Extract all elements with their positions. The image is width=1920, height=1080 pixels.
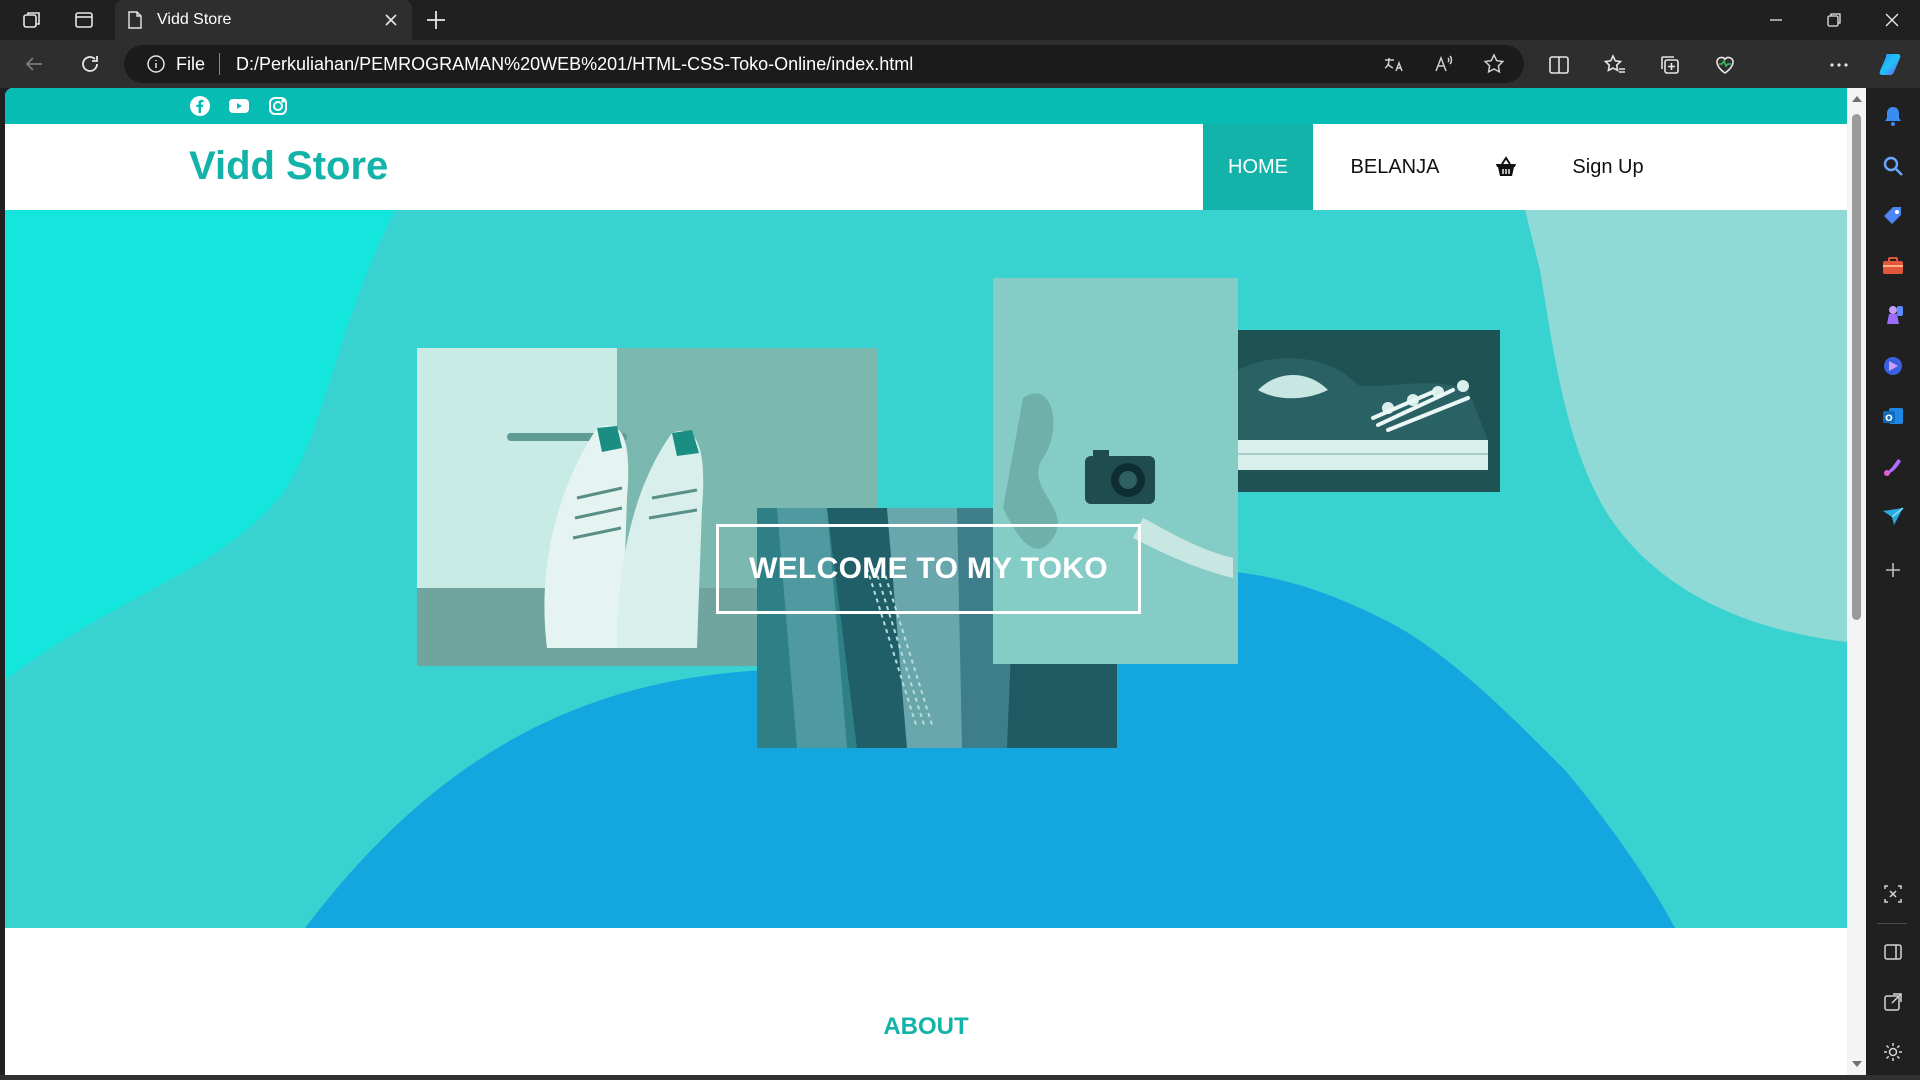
add-sidebar-app-icon[interactable] <box>1879 556 1907 584</box>
facebook-icon[interactable] <box>189 95 211 117</box>
split-screen-icon[interactable] <box>1546 52 1572 78</box>
scroll-up-arrow-icon[interactable] <box>1852 96 1862 102</box>
tab-actions-icon[interactable] <box>72 8 96 32</box>
hide-sidebar-icon[interactable] <box>1879 938 1907 966</box>
welcome-banner: WELCOME TO MY TOKO <box>716 524 1141 614</box>
page-scrollbar[interactable] <box>1847 88 1866 1075</box>
close-window-icon[interactable] <box>1880 8 1904 32</box>
page-viewport: Vidd Store HOME BELANJA Sign Up WELCOME … <box>5 88 1847 1075</box>
settings-gear-icon[interactable] <box>1879 1038 1907 1066</box>
shopping-tag-icon[interactable] <box>1879 202 1907 230</box>
url-separator <box>219 53 221 75</box>
close-tab-icon[interactable] <box>382 11 400 29</box>
about-heading: ABOUT <box>883 1013 969 1040</box>
back-icon[interactable] <box>22 52 46 76</box>
favorites-icon[interactable] <box>1602 52 1628 78</box>
youtube-icon[interactable] <box>228 95 250 117</box>
page-icon <box>128 11 142 29</box>
translate-icon[interactable] <box>1382 52 1406 76</box>
address-bar-row: File D:/Perkuliahan/PEMROGRAMAN%20WEB%20… <box>0 40 1920 120</box>
nav-sign-up[interactable]: Sign Up <box>1553 124 1663 210</box>
collections-icon[interactable] <box>1657 52 1683 78</box>
converse-sneaker-photo <box>1238 330 1500 492</box>
refresh-icon[interactable] <box>78 52 102 76</box>
send-drop-icon[interactable] <box>1879 502 1907 530</box>
copilot-app-icon[interactable] <box>1879 352 1907 380</box>
read-aloud-icon[interactable] <box>1432 52 1456 76</box>
scrollbar-thumb[interactable] <box>1852 114 1861 620</box>
screenshot-icon[interactable] <box>1879 880 1907 908</box>
cart-basket-icon[interactable] <box>1483 124 1529 210</box>
favorite-star-icon[interactable] <box>1482 52 1506 76</box>
new-tab-icon[interactable] <box>424 8 448 32</box>
site-header: Vidd Store HOME BELANJA Sign Up <box>5 124 1847 210</box>
instagram-icon[interactable] <box>267 95 289 117</box>
nav-home[interactable]: HOME <box>1203 124 1313 210</box>
site-logo[interactable]: Vidd Store <box>189 144 388 189</box>
nav-belanja[interactable]: BELANJA <box>1335 124 1455 210</box>
url-scheme-label: File <box>176 53 206 74</box>
restore-icon[interactable] <box>1822 8 1846 32</box>
svg-text:O: O <box>1885 414 1893 424</box>
search-icon[interactable] <box>1879 152 1907 180</box>
open-external-icon[interactable] <box>1879 988 1907 1016</box>
browser-tab-active[interactable]: Vidd Store <box>115 0 412 40</box>
info-icon[interactable] <box>146 54 166 74</box>
tools-briefcase-icon[interactable] <box>1879 252 1907 280</box>
hero-section: WELCOME TO MY TOKO <box>5 210 1847 928</box>
outlook-icon[interactable]: O <box>1879 402 1907 430</box>
url-field[interactable]: File D:/Perkuliahan/PEMROGRAMAN%20WEB%20… <box>124 45 1524 83</box>
tab-title: Vidd Store <box>157 11 232 28</box>
more-options-icon[interactable] <box>1826 52 1852 78</box>
notifications-bell-icon[interactable] <box>1879 102 1907 130</box>
scroll-down-arrow-icon[interactable] <box>1852 1061 1862 1067</box>
window-bottom-edge <box>0 1075 1920 1080</box>
social-top-strip <box>5 88 1847 124</box>
games-icon[interactable] <box>1879 302 1907 330</box>
sidebar-divider <box>1877 923 1907 924</box>
workspaces-icon[interactable] <box>20 8 44 32</box>
designer-icon[interactable] <box>1879 452 1907 480</box>
url-text: D:/Perkuliahan/PEMROGRAMAN%20WEB%201/HTM… <box>236 53 914 74</box>
browser-tab-bar: Vidd Store <box>0 0 1920 40</box>
browser-essentials-icon[interactable] <box>1712 52 1738 78</box>
minimize-icon[interactable] <box>1764 8 1788 32</box>
copilot-icon[interactable] <box>1876 48 1908 80</box>
